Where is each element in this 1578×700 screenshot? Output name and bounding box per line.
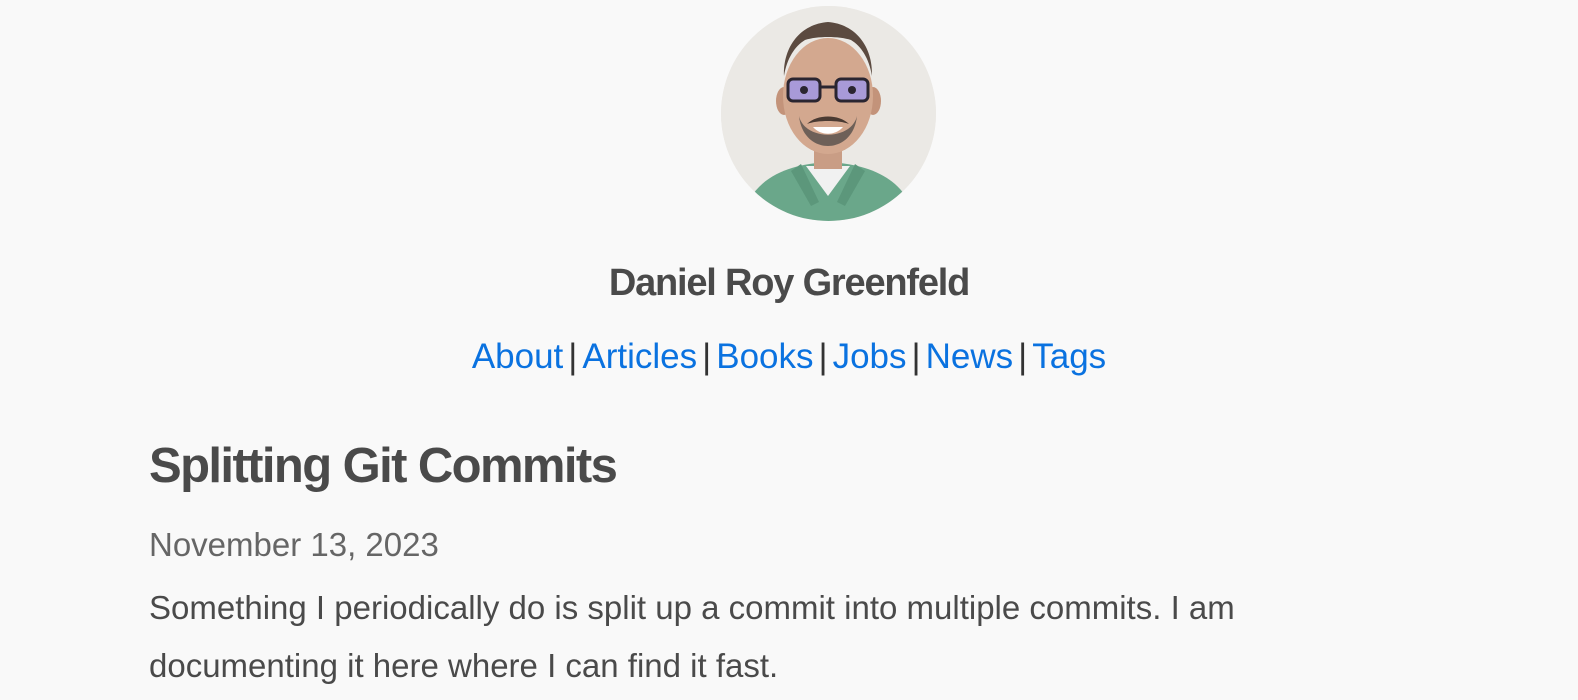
nav-link-news[interactable]: News bbox=[926, 337, 1014, 376]
nav-separator: | bbox=[1018, 337, 1028, 376]
main-nav: About | Articles | Books | Jobs | News | Tags bbox=[0, 334, 1578, 380]
avatar-portrait-image bbox=[721, 6, 936, 221]
avatar[interactable] bbox=[721, 6, 936, 221]
nav-link-about[interactable]: About bbox=[472, 337, 563, 376]
post-date: November 13, 2023 bbox=[149, 526, 439, 563]
nav-link-articles[interactable]: Articles bbox=[582, 337, 697, 376]
site-name[interactable]: Daniel Roy Greenfeld bbox=[0, 259, 1578, 307]
nav-separator: | bbox=[702, 337, 712, 376]
nav-separator: | bbox=[818, 337, 828, 376]
nav-separator: | bbox=[911, 337, 921, 376]
nav-link-books[interactable]: Books bbox=[716, 337, 813, 376]
nav-link-tags[interactable]: Tags bbox=[1032, 337, 1106, 376]
nav-separator: | bbox=[568, 337, 578, 376]
post-title[interactable]: Splitting Git Commits bbox=[149, 436, 618, 496]
nav-link-jobs[interactable]: Jobs bbox=[833, 337, 907, 376]
post-summary: Something I periodically do is split up … bbox=[149, 589, 1235, 684]
